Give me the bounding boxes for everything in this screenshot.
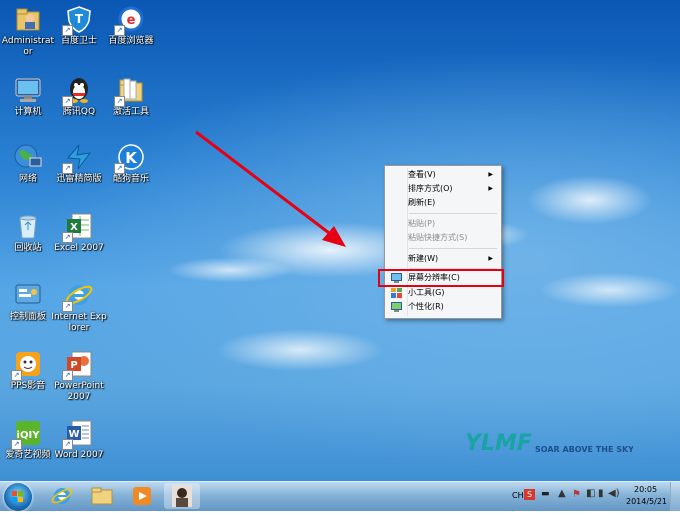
menu-item-sort[interactable]: 排序方式(O) ▶ — [387, 182, 499, 196]
taskbar-media-player-button[interactable] — [124, 483, 160, 509]
menu-item-paste[interactable]: 粘贴(P) — [387, 217, 499, 231]
desktop[interactable]: Administrator 计算机 网络 回收站 控制面板 ↗ PPS影音 iQ… — [0, 0, 680, 481]
menu-item-personalize[interactable]: 个性化(R) — [387, 300, 499, 314]
menu-item-view[interactable]: 查看(V) ▶ — [387, 168, 499, 182]
user-photo-icon — [172, 485, 192, 507]
desktop-context-menu: 查看(V) ▶ 排序方式(O) ▶ 刷新(E) 粘贴(P) 粘贴快捷方式(S) … — [384, 165, 502, 319]
taskbar: CH S ▬ ▲ ⚑ ◧ ▮ ◀) 20:05 2014/5/21 — [0, 481, 680, 511]
taskbar-explorer-button[interactable] — [84, 483, 120, 509]
personalize-icon — [391, 302, 402, 312]
folder-icon — [91, 487, 113, 505]
start-button[interactable] — [4, 483, 32, 511]
gadgets-icon — [391, 288, 402, 298]
taskbar-app-button[interactable] — [164, 483, 200, 509]
menu-separator — [409, 248, 497, 249]
logo-text: YLMF — [465, 431, 532, 456]
windows-logo-icon — [12, 491, 23, 502]
menu-item-paste-shortcut[interactable]: 粘贴快捷方式(S) — [387, 231, 499, 245]
submenu-arrow-icon: ▶ — [488, 255, 493, 262]
highlight-box — [378, 269, 504, 287]
submenu-arrow-icon: ▶ — [488, 185, 493, 192]
language-indicator[interactable]: CH — [512, 491, 524, 500]
media-player-icon — [133, 487, 151, 505]
network-status-icon[interactable]: ▮ — [598, 488, 604, 499]
clock-time[interactable]: 20:05 — [634, 485, 657, 494]
tray-minimize-icon[interactable]: ▬ — [541, 489, 550, 499]
logo-slogan: SOAR ABOVE THE SKY — [535, 445, 633, 454]
menu-item-new[interactable]: 新建(W) ▶ — [387, 252, 499, 266]
volume-icon[interactable]: ◀) — [608, 488, 620, 499]
tray-flag-icon[interactable]: ⚑ — [572, 489, 581, 500]
menu-item-refresh[interactable]: 刷新(E) — [387, 196, 499, 210]
annotation-arrow — [195, 130, 346, 247]
show-desktop-button[interactable] — [670, 482, 680, 511]
tray-overflow-icon[interactable]: ▲ — [558, 488, 566, 499]
ie-icon — [51, 488, 73, 504]
submenu-arrow-icon: ▶ — [488, 171, 493, 178]
wallpaper-logo: YLMF SOAR ABOVE THE SKY — [463, 430, 634, 460]
input-method-icon[interactable]: S — [524, 489, 535, 500]
tray-app-icon[interactable]: ◧ — [586, 488, 595, 499]
taskbar-ie-button[interactable] — [44, 483, 80, 509]
clock-date[interactable]: 2014/5/21 — [626, 497, 667, 506]
menu-separator — [409, 213, 497, 214]
menu-item-gadgets[interactable]: 小工具(G) — [387, 286, 499, 300]
